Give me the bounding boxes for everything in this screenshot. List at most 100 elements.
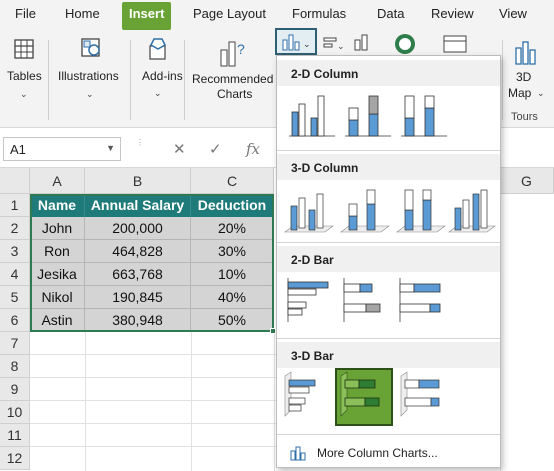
clustered-bar-option[interactable] [285, 274, 339, 328]
row-header[interactable]: 4 [0, 263, 30, 286]
hierarchy-chart-icon[interactable] [352, 32, 376, 54]
column-header-g[interactable]: G [500, 168, 554, 194]
tab-review[interactable]: Review [431, 6, 474, 21]
table-cell[interactable]: 10% [191, 263, 274, 286]
svg-text:?: ? [237, 41, 245, 57]
row-header[interactable]: 11 [0, 424, 30, 447]
row-header[interactable]: 2 [0, 217, 30, 240]
insert-function-icon[interactable]: fx [246, 140, 260, 158]
divider [277, 338, 500, 339]
table-header-cell[interactable]: Deduction [191, 194, 274, 217]
table-header-cell[interactable]: Name [30, 194, 85, 217]
3d-clustered-column-option[interactable] [281, 182, 335, 236]
table-cell[interactable]: Astin [30, 309, 85, 332]
row-header[interactable]: 8 [0, 355, 30, 378]
column-chart-icon: ⌄ [282, 34, 311, 51]
addins-label: Add-ins [142, 69, 183, 83]
column-header-c[interactable]: C [191, 168, 274, 194]
100-stacked-bar-option[interactable] [397, 274, 451, 328]
tab-insert[interactable]: Insert [122, 2, 172, 30]
table-cell[interactable]: 30% [191, 240, 274, 263]
table-cell[interactable]: 20% [191, 217, 274, 240]
table-cell[interactable]: John [30, 217, 85, 240]
row-header[interactable]: 7 [0, 332, 30, 355]
section-header-2d-bar: 2-D Bar [277, 246, 500, 272]
row-header[interactable]: 3 [0, 240, 30, 263]
more-column-charts-link[interactable]: More Column Charts... [289, 444, 438, 465]
gridline [30, 377, 276, 378]
row-header[interactable]: 12 [0, 447, 30, 470]
recommended-charts-button[interactable]: ? Recommended Charts [188, 32, 274, 128]
table-cell[interactable]: Ron [30, 240, 85, 263]
100-stacked-column-icon [401, 95, 447, 137]
column-chart-dropdown: 2-D Column 3-D Column 2-D Bar 3-D Bar Mo… [276, 55, 501, 468]
name-box[interactable]: A1 ▼ [3, 137, 121, 161]
tables-button[interactable]: Tables ⌄ [0, 32, 48, 128]
table-cell[interactable]: 50% [191, 309, 274, 332]
drag-handle-icon[interactable]: ⋮ [136, 138, 144, 147]
illustrations-button[interactable]: Illustrations ⌄ [52, 32, 128, 128]
insert-column-chart-button[interactable]: ⌄ [275, 28, 317, 55]
stacked-bar-option[interactable] [341, 274, 395, 328]
3d-column-option[interactable] [447, 182, 501, 236]
stacked-column-icon [345, 95, 391, 137]
row-header[interactable]: 9 [0, 378, 30, 401]
3d-map-button[interactable]: 3D Map ⌄ Tours [505, 32, 554, 128]
table-cell[interactable]: 40% [191, 286, 274, 309]
chevron-down-icon: ⌄ [537, 88, 545, 98]
select-all-corner[interactable] [0, 168, 30, 194]
excel-window: File Home Insert Page Layout Formulas Da… [0, 0, 554, 471]
3d-map-line1: 3D [516, 70, 532, 84]
tab-file[interactable]: File [15, 6, 36, 21]
row-header[interactable]: 10 [0, 401, 30, 424]
gridline [85, 332, 86, 471]
gridline [274, 332, 275, 471]
table-icon [14, 39, 34, 59]
100-stacked-column-option[interactable] [397, 88, 451, 142]
table-cell[interactable]: 200,000 [85, 217, 191, 240]
3d-stacked-column-option[interactable] [337, 182, 391, 236]
stacked-column-option[interactable] [341, 88, 395, 142]
section-header-3d-column: 3-D Column [277, 154, 500, 180]
3d-stacked-column-icon [340, 189, 390, 233]
3d-100-stacked-bar-option[interactable] [397, 370, 451, 424]
chevron-down-icon: ⌄ [86, 89, 94, 99]
table-cell[interactable]: 380,948 [85, 309, 191, 332]
illustrations-icon [81, 38, 100, 57]
bar-chart-icon[interactable]: ⌄ [322, 34, 344, 54]
table-cell[interactable]: 663,768 [85, 263, 191, 286]
maps-icon[interactable] [393, 32, 419, 56]
addins-button[interactable]: Add-ins ⌄ [134, 32, 183, 128]
3d-100-stacked-column-icon [396, 189, 446, 233]
column-header-b[interactable]: B [85, 168, 191, 194]
tab-view[interactable]: View [499, 6, 527, 21]
tab-data[interactable]: Data [377, 6, 404, 21]
recommended-line1: Recommended [192, 72, 274, 86]
3d-clustered-bar-option[interactable] [281, 370, 335, 424]
table-cell[interactable]: Jesika [30, 263, 85, 286]
row-header[interactable]: 5 [0, 286, 30, 309]
3d-clustered-bar-icon [284, 371, 316, 417]
3d-stacked-bar-option[interactable] [335, 368, 393, 426]
tab-home[interactable]: Home [65, 6, 100, 21]
group-divider [48, 40, 49, 120]
illustrations-label: Illustrations [58, 69, 119, 83]
chevron-down-icon[interactable]: ▼ [106, 143, 115, 153]
row-header[interactable]: 1 [0, 194, 30, 217]
table-cell[interactable]: Nikol [30, 286, 85, 309]
tab-page-layout[interactable]: Page Layout [193, 6, 266, 21]
3d-100-stacked-column-option[interactable] [393, 182, 447, 236]
tab-formulas[interactable]: Formulas [292, 6, 346, 21]
clustered-column-option[interactable] [285, 88, 339, 142]
pivot-chart-icon[interactable] [442, 34, 470, 56]
cancel-icon[interactable]: ✕ [173, 140, 186, 158]
table-cell[interactable]: 464,828 [85, 240, 191, 263]
clustered-column-icon [289, 95, 335, 137]
table-cell[interactable]: 190,845 [85, 286, 191, 309]
gridline [30, 423, 276, 424]
enter-icon[interactable]: ✓ [209, 140, 222, 158]
row-header[interactable]: 6 [0, 309, 30, 332]
table-header-cell[interactable]: Annual Salary [85, 194, 191, 217]
column-header-a[interactable]: A [30, 168, 85, 194]
3d-map-line2: Map [508, 86, 532, 100]
